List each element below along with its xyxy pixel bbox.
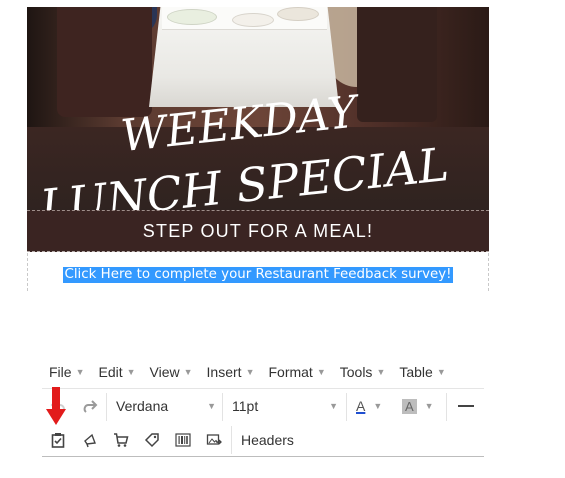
- redo-icon: [83, 400, 98, 413]
- menu-edit[interactable]: Edit ▼: [91, 364, 142, 380]
- menu-insert[interactable]: Insert ▼: [200, 364, 262, 380]
- chevron-down-icon: ▼: [436, 367, 446, 377]
- horizontal-rule-button[interactable]: [454, 390, 478, 422]
- text-color-button[interactable]: A ▼: [356, 390, 392, 422]
- coupon-button[interactable]: [141, 429, 163, 451]
- menu-file[interactable]: File ▼: [42, 364, 91, 380]
- background-color-button[interactable]: A ▼: [402, 390, 440, 422]
- chevron-down-icon: ▼: [376, 367, 386, 377]
- chevron-down-icon: ▼: [316, 367, 326, 377]
- cart-icon: [114, 433, 129, 447]
- chevron-down-icon: ▼: [245, 367, 255, 377]
- horizontal-rule-icon: [458, 405, 474, 407]
- plate: [167, 9, 217, 25]
- headers-button[interactable]: Headers: [241, 423, 294, 456]
- divider: [346, 393, 347, 421]
- announce-button[interactable]: [79, 429, 101, 451]
- headline: WEEKDAY LUNCH SPECIAL: [37, 86, 452, 210]
- megaphone-icon: [84, 433, 96, 448]
- menubar: File ▼ Edit ▼ View ▼ Insert ▼ Format ▼ Tools ▼…: [42, 358, 453, 386]
- cart-button[interactable]: [110, 429, 132, 451]
- divider: [446, 393, 447, 421]
- divider: [222, 393, 223, 421]
- menu-view[interactable]: View ▼: [143, 364, 200, 380]
- chevron-down-icon: ▼: [126, 367, 136, 377]
- subheadline-text: STEP OUT FOR A MEAL!: [142, 220, 374, 241]
- image-export-icon: [206, 434, 222, 445]
- menu-tools[interactable]: Tools ▼: [333, 364, 393, 380]
- toolbar-row-2: Headers: [42, 423, 484, 456]
- menu-table[interactable]: Table ▼: [392, 364, 452, 380]
- barcode-icon: [175, 433, 191, 447]
- annotation-arrow-icon: [46, 387, 66, 425]
- barcode-button[interactable]: [172, 429, 194, 451]
- divider: [106, 393, 107, 421]
- menu-divider: [42, 388, 484, 389]
- survey-clipboard-icon: [51, 433, 65, 448]
- font-family-select[interactable]: Verdana ▼: [116, 390, 216, 422]
- plate: [277, 7, 319, 21]
- chevron-down-icon: ▼: [75, 367, 85, 377]
- chevron-down-icon: ▼: [424, 401, 434, 411]
- background-color-icon: A: [402, 398, 417, 414]
- chevron-down-icon: ▼: [207, 401, 216, 411]
- plate: [232, 13, 274, 27]
- toolbar-bottom-border: [42, 456, 484, 457]
- survey-link[interactable]: Click Here to complete your Restaurant F…: [63, 267, 453, 283]
- chevron-down-icon: ▼: [329, 401, 338, 411]
- font-size-select[interactable]: 11pt ▼: [232, 390, 338, 422]
- image-export-button[interactable]: [203, 429, 225, 451]
- redo-button[interactable]: [78, 390, 102, 422]
- lunch-special-banner: WEEKDAY LUNCH SPECIAL: [27, 7, 489, 210]
- toolbar-row-1: Verdana ▼ 11pt ▼ A ▼ A ▼: [42, 390, 484, 422]
- chevron-down-icon: ▼: [373, 401, 383, 411]
- survey-button[interactable]: [47, 429, 69, 451]
- subheadline-bar: STEP OUT FOR A MEAL!: [27, 210, 489, 252]
- survey-row: Click Here to complete your Restaurant F…: [27, 253, 489, 291]
- chevron-down-icon: ▼: [183, 367, 193, 377]
- text-color-icon: A: [356, 398, 366, 414]
- divider: [231, 426, 232, 454]
- tag-icon: [144, 433, 159, 448]
- menu-format[interactable]: Format ▼: [261, 364, 332, 380]
